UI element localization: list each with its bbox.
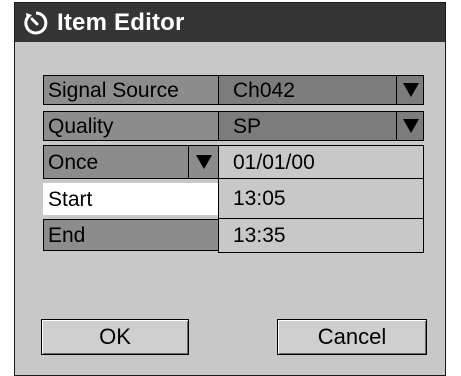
repeat-select[interactable]: Once: [43, 145, 189, 179]
cancel-button[interactable]: Cancel: [277, 319, 427, 355]
timer-icon: [23, 10, 49, 36]
dialog-title: Item Editor: [57, 8, 185, 36]
signal-source-select[interactable]: Ch042: [218, 75, 424, 105]
quality-dropdown-arrow-icon[interactable]: [396, 111, 424, 141]
quality-select[interactable]: SP: [218, 111, 424, 141]
signal-source-value: Ch042: [233, 78, 295, 102]
end-time-value: 13:35: [233, 224, 286, 247]
start-label[interactable]: Start: [43, 183, 219, 215]
end-time-field[interactable]: 13:35: [218, 219, 424, 253]
start-time-field[interactable]: 13:05: [218, 179, 424, 219]
date-value: 01/01/00: [233, 150, 315, 174]
quality-value: SP: [233, 114, 262, 138]
ok-button[interactable]: OK: [41, 319, 189, 355]
quality-label: Quality: [43, 111, 219, 141]
item-editor-dialog: Item Editor Signal Source Ch042 Quality …: [14, 2, 446, 376]
title-bar: Item Editor: [15, 3, 445, 42]
repeat-value: Once: [48, 150, 99, 174]
repeat-dropdown-arrow-icon[interactable]: [188, 145, 219, 179]
end-label: End: [43, 219, 219, 251]
date-field[interactable]: 01/01/00: [218, 145, 424, 179]
signal-source-label: Signal Source: [43, 75, 219, 105]
signal-source-dropdown-arrow-icon[interactable]: [396, 75, 424, 105]
start-time-value: 13:05: [233, 187, 286, 210]
